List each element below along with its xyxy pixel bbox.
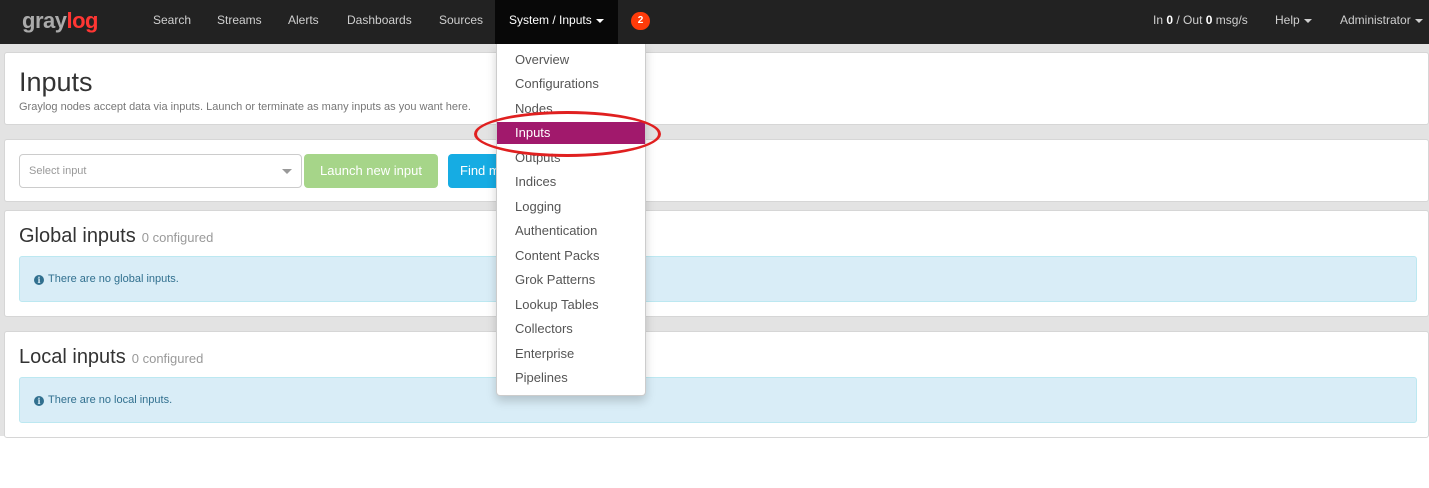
global-inputs-empty-text: There are no global inputs. xyxy=(48,273,179,285)
info-circle-icon: i xyxy=(34,275,44,285)
notification-badge[interactable]: 2 xyxy=(631,12,650,30)
local-inputs-empty-text: There are no local inputs. xyxy=(48,394,173,406)
nav-search[interactable]: Search xyxy=(153,0,191,44)
menu-item-configurations[interactable]: Configurations xyxy=(497,73,645,95)
nav-alerts[interactable]: Alerts xyxy=(288,0,319,44)
top-navbar: graylog Search Streams Alerts Dashboards… xyxy=(0,0,1429,44)
nav-user-label: Administrator xyxy=(1340,13,1411,27)
local-inputs-title: Local inputs xyxy=(19,346,126,368)
menu-item-inputs[interactable]: Inputs xyxy=(497,122,645,144)
menu-item-indices[interactable]: Indices xyxy=(497,171,645,193)
chevron-down-icon xyxy=(595,18,604,23)
throughput-out-label: / Out xyxy=(1176,13,1203,27)
local-inputs-count: 0 configured xyxy=(131,351,204,366)
nav-system-dropdown[interactable]: System / Inputs xyxy=(495,0,618,44)
throughput-unit: msg/s xyxy=(1215,13,1248,27)
system-dropdown-menu: Overview Configurations Nodes Inputs Out… xyxy=(496,44,646,396)
page-title: Inputs xyxy=(19,67,93,97)
throughput-indicator: In 0 / Out 0 msg/s xyxy=(1153,0,1248,40)
nav-sources[interactable]: Sources xyxy=(439,0,483,44)
logo-text-gray: gray xyxy=(22,8,67,33)
global-inputs-panel: Global inputs 0 configured i There are no … xyxy=(4,210,1429,317)
menu-item-pipelines[interactable]: Pipelines xyxy=(497,367,645,389)
menu-item-collectors[interactable]: Collectors xyxy=(497,318,645,340)
logo-text-log: log xyxy=(66,8,98,33)
chevron-down-icon xyxy=(1414,18,1423,23)
global-inputs-count: 0 configured xyxy=(141,230,214,245)
menu-item-lookup-tables[interactable]: Lookup Tables xyxy=(497,294,645,316)
graylog-logo[interactable]: graylog xyxy=(22,8,98,34)
throughput-in-value: 0 xyxy=(1166,13,1174,27)
chevron-down-icon xyxy=(1303,18,1312,23)
nav-dashboards[interactable]: Dashboards xyxy=(347,0,412,44)
menu-item-authentication[interactable]: Authentication xyxy=(497,220,645,242)
menu-item-outputs[interactable]: Outputs xyxy=(497,147,645,169)
page-header-panel: Inputs Graylog nodes accept data via inp… xyxy=(4,52,1429,125)
nav-user-dropdown[interactable]: Administrator xyxy=(1340,0,1423,44)
global-inputs-empty-alert: i There are no global inputs. xyxy=(19,256,1417,302)
input-type-select[interactable]: Select input xyxy=(19,154,302,188)
local-inputs-panel: Local inputs 0 configured i There are no l… xyxy=(4,331,1429,438)
menu-item-enterprise[interactable]: Enterprise xyxy=(497,343,645,365)
select-input-placeholder: Select input xyxy=(29,165,87,177)
caret-down-icon xyxy=(282,169,292,174)
nav-help-dropdown[interactable]: Help xyxy=(1275,0,1312,44)
menu-item-grok-patterns[interactable]: Grok Patterns xyxy=(497,269,645,291)
local-inputs-empty-alert: i There are no local inputs. xyxy=(19,377,1417,423)
launch-input-panel: Select input Launch new input Find more … xyxy=(4,139,1429,202)
local-inputs-heading: Local inputs 0 configured xyxy=(19,346,203,369)
launch-new-input-button[interactable]: Launch new input xyxy=(304,154,438,188)
global-inputs-heading: Global inputs 0 configured xyxy=(19,225,213,248)
throughput-out-value: 0 xyxy=(1205,13,1213,27)
menu-item-overview[interactable]: Overview xyxy=(497,49,645,71)
throughput-in-label: In xyxy=(1153,13,1164,27)
nav-system-label: System / Inputs xyxy=(509,13,592,27)
page-description: Graylog nodes accept data via inputs. La… xyxy=(19,101,471,113)
menu-item-content-packs[interactable]: Content Packs xyxy=(497,245,645,267)
info-circle-icon: i xyxy=(34,396,44,406)
nav-help-label: Help xyxy=(1275,13,1300,27)
global-inputs-title: Global inputs xyxy=(19,225,136,247)
menu-item-logging[interactable]: Logging xyxy=(497,196,645,218)
menu-item-nodes[interactable]: Nodes xyxy=(497,98,645,120)
nav-streams[interactable]: Streams xyxy=(217,0,262,44)
